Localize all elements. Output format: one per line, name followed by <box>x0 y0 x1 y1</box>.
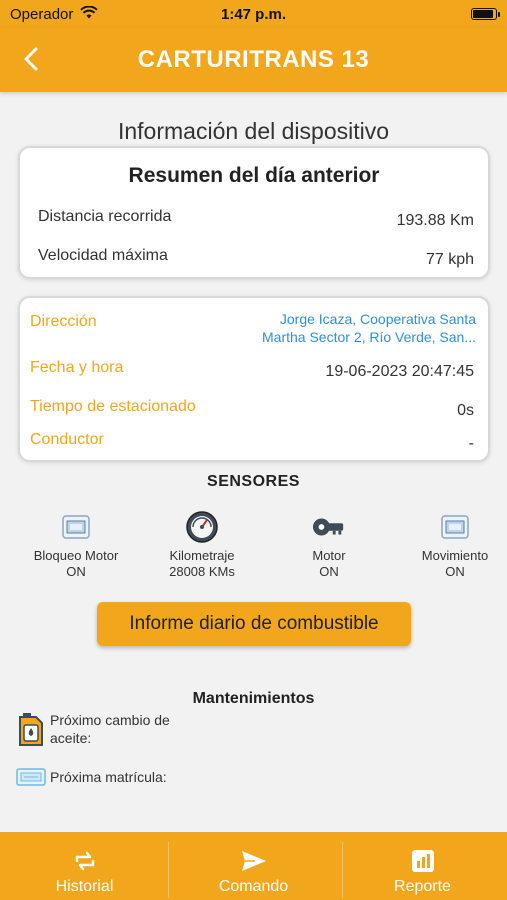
sensor-odometer-name: Kilometraje <box>169 548 235 563</box>
fuel-report-button[interactable]: Informe diario de combustible <box>97 602 411 646</box>
summary-title: Resumen del día anterior <box>128 164 380 187</box>
datetime-label: Fecha y hora <box>30 359 124 376</box>
sensor-engine-lock: Bloqueo Motor ON <box>16 510 136 580</box>
tab-comando-label: Comando <box>218 878 289 895</box>
maintenance-title: Mantenimientos <box>192 690 315 707</box>
tab-historial-label: Historial <box>55 878 114 895</box>
movement-icon <box>438 510 472 544</box>
clock: 1:47 p.m. <box>220 6 287 23</box>
oil-change-label: Próximo cambio de aceite: <box>50 712 170 746</box>
status-bar: Operador 1:47 p.m. <box>0 0 507 28</box>
tab-comando[interactable]: Comando <box>169 832 338 900</box>
sensor-movement-value: ON <box>445 564 465 579</box>
sensor-engine-lock-name: Bloqueo Motor <box>33 548 119 563</box>
direction-value[interactable]: Jorge Icaza, Cooperativa Santa Martha Se… <box>236 310 476 346</box>
report-icon <box>338 846 507 876</box>
engine-lock-icon <box>59 510 93 544</box>
sensor-engine: Motor ON <box>269 510 389 580</box>
oil-can-icon <box>16 711 46 750</box>
battery-icon <box>471 8 500 20</box>
sensor-engine-value: ON <box>319 564 339 579</box>
max-speed-row: Velocidad máxima 77 kph <box>38 247 474 269</box>
parked-time-value: 0s <box>457 402 474 419</box>
history-icon <box>0 846 169 876</box>
max-speed-value: 77 kph <box>425 251 474 268</box>
sensor-movement-name: Movimiento <box>421 548 489 563</box>
driver-row: Conductor - <box>30 431 474 453</box>
distance-value: 193.88 Km <box>396 212 474 229</box>
key-icon <box>312 510 346 544</box>
driver-label: Conductor <box>30 431 104 448</box>
sensor-engine-lock-value: ON <box>66 564 86 579</box>
distance-row: Distancia recorrida 193.88 Km <box>38 208 474 230</box>
datetime-row: Fecha y hora 19-06-2023 20:47:45 <box>30 359 474 381</box>
tab-reporte[interactable]: Reporte <box>338 832 507 900</box>
sensor-movement: Movimiento ON <box>395 510 507 580</box>
datetime-value: 19-06-2023 20:47:45 <box>325 363 474 380</box>
details-card: Dirección Jorge Icaza, Cooperativa Santa… <box>18 296 490 462</box>
sensor-engine-name: Motor <box>312 548 346 563</box>
sensor-odometer: Kilometraje 28008 KMs <box>142 510 262 580</box>
plate-renewal-label: Próxima matrícula: <box>50 769 167 785</box>
tab-bar: Historial Comando Reporte <box>0 832 507 900</box>
page-title-bar: CARTURITRANS 13 <box>137 46 370 73</box>
send-icon <box>169 846 338 876</box>
driver-value: - <box>468 435 474 452</box>
page-title: Información del dispositivo <box>117 118 390 144</box>
license-plate-icon <box>16 768 46 789</box>
parked-time-row: Tiempo de estacionado 0s <box>30 398 474 420</box>
distance-label: Distancia recorrida <box>38 208 172 225</box>
tab-reporte-label: Reporte <box>394 878 451 895</box>
nav-bar: CARTURITRANS 13 <box>0 28 507 92</box>
tab-historial[interactable]: Historial <box>0 832 169 900</box>
summary-card: Resumen del día anterior Distancia recor… <box>18 146 490 279</box>
sensors-title: SENSORES <box>207 473 300 490</box>
odometer-icon <box>185 510 219 544</box>
parked-time-label: Tiempo de estacionado <box>30 398 196 415</box>
max-speed-label: Velocidad máxima <box>38 247 168 264</box>
sensor-odometer-value: 28008 KMs <box>169 564 235 579</box>
direction-label: Dirección <box>30 313 97 330</box>
